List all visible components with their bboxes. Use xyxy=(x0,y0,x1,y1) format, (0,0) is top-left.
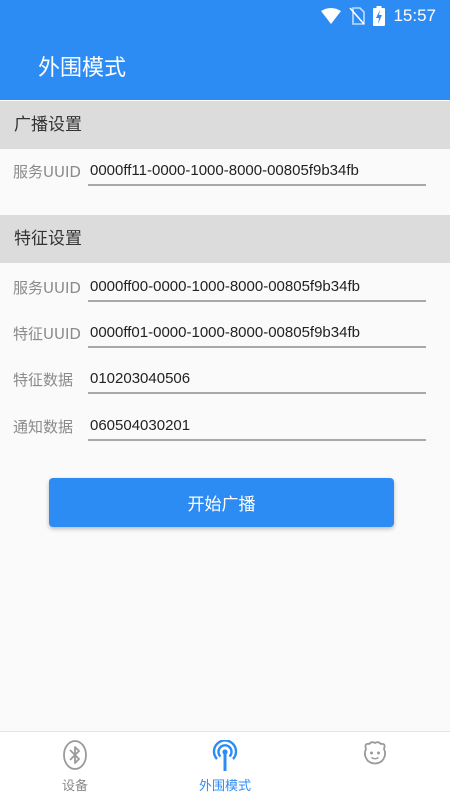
bluetooth-icon xyxy=(62,740,88,774)
char-uuid-row: 特征UUID xyxy=(0,312,450,358)
notify-data-row: 通知数据 xyxy=(0,405,450,451)
nav-item-about[interactable] xyxy=(300,732,450,802)
char-data-input[interactable] xyxy=(88,360,426,394)
nav-item-peripheral[interactable]: 外围模式 xyxy=(150,732,300,802)
broadcast-settings-header: 广播设置 xyxy=(0,101,450,149)
notify-data-label: 通知数据 xyxy=(13,418,74,436)
status-time: 15:57 xyxy=(393,6,436,25)
char-uuid-label: 特征UUID xyxy=(13,325,81,343)
feature-service-uuid-input[interactable] xyxy=(88,268,426,302)
nav-label-peripheral: 外围模式 xyxy=(198,779,251,794)
battery-charging-icon xyxy=(373,6,386,26)
broadcast-service-uuid-label: 服务UUID xyxy=(13,163,81,181)
feature-service-uuid-label: 服务UUID xyxy=(13,279,81,297)
broadcast-tower-icon xyxy=(210,739,240,776)
no-sim-icon xyxy=(349,7,366,25)
notify-data-input[interactable] xyxy=(88,407,426,441)
face-icon xyxy=(362,740,388,770)
start-broadcast-button[interactable]: 开始广播 xyxy=(49,478,394,527)
broadcast-service-uuid-input[interactable] xyxy=(88,152,426,186)
feature-settings-header: 特征设置 xyxy=(0,215,450,263)
bottom-nav: 设备 外围模式 xyxy=(0,731,450,802)
app-bar: 15:57 外围模式 xyxy=(0,0,450,100)
status-bar: 15:57 xyxy=(0,0,450,32)
wifi-icon xyxy=(321,8,342,24)
feature-service-uuid-row: 服务UUID xyxy=(0,266,450,312)
nav-item-devices[interactable]: 设备 xyxy=(0,732,150,802)
char-data-row: 特征数据 xyxy=(0,358,450,404)
char-uuid-input[interactable] xyxy=(88,314,426,348)
broadcast-service-uuid-row: 服务UUID xyxy=(0,150,450,196)
nav-label-devices: 设备 xyxy=(61,779,88,794)
char-data-label: 特征数据 xyxy=(13,371,74,389)
page-title: 外围模式 xyxy=(38,56,127,81)
